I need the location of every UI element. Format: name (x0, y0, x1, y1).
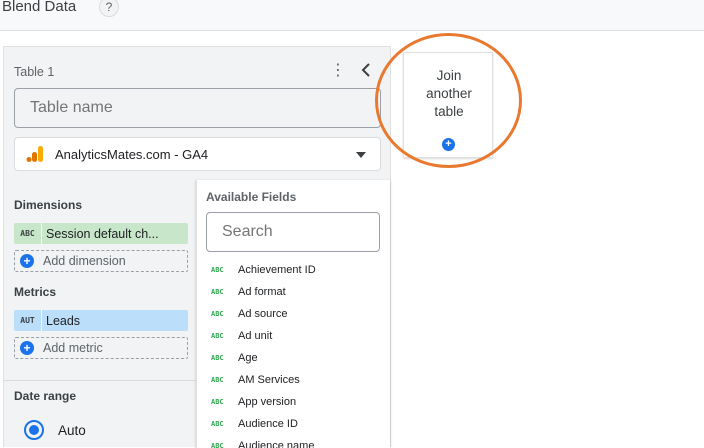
field-type-badge: ABC (211, 420, 224, 428)
dropdown-icon (356, 152, 366, 158)
page-title: Blend Data (2, 0, 77, 15)
divider (4, 380, 196, 381)
add-metric-button[interactable]: + Add metric (14, 337, 188, 359)
field-type-badge: ABC (211, 332, 224, 340)
field-label: App version (238, 396, 297, 408)
available-fields-title: Available Fields (206, 190, 297, 204)
dimensions-metrics-column: Dimensions ABC Session default ch... + A… (4, 180, 196, 448)
field-item[interactable]: ABC Ad source (197, 303, 390, 325)
field-label: Ad format (238, 286, 286, 298)
data-source-select[interactable]: AnalyticsMates.com - GA4 (14, 137, 381, 171)
highlight-circle (375, 33, 522, 168)
dimension-chip[interactable]: ABC Session default ch... (14, 223, 188, 244)
metrics-title: Metrics (14, 285, 57, 299)
table-panel: Table 1 ⋮ AnalyticsMates.com - GA4 Dimen… (3, 46, 391, 448)
field-type-badge: ABC (211, 376, 224, 384)
field-item[interactable]: ABC AM Services (197, 369, 390, 391)
field-type-badge: ABC (211, 310, 224, 318)
auto-radio-label: Auto (58, 423, 86, 438)
field-item[interactable]: ABC Ad unit (197, 325, 390, 347)
field-item[interactable]: ABC Audience name (197, 435, 390, 448)
type-badge: ABC (20, 229, 35, 238)
metric-chip[interactable]: AUT Leads (14, 310, 188, 331)
field-label: Achievement ID (238, 264, 316, 276)
field-item[interactable]: ABC App version (197, 391, 390, 413)
table-name-input[interactable] (14, 88, 381, 128)
field-type-badge: ABC (211, 266, 224, 274)
field-type-badge: ABC (211, 398, 224, 406)
field-item[interactable]: ABC Ad format (197, 281, 390, 303)
field-item[interactable]: ABC Age (197, 347, 390, 369)
table-label: Table 1 (14, 65, 55, 79)
add-dimension-label: Add dimension (43, 254, 126, 268)
field-type-badge: ABC (211, 442, 224, 448)
field-search-input[interactable] (206, 212, 380, 252)
plus-icon: + (20, 341, 34, 355)
field-list: ABC Achievement ID ABC Ad format ABC Ad sourc… (197, 259, 390, 448)
auto-radio[interactable] (24, 420, 44, 440)
add-dimension-button[interactable]: + Add dimension (14, 250, 188, 272)
dimensions-title: Dimensions (14, 198, 83, 212)
help-icon[interactable]: ? (99, 0, 119, 17)
field-item[interactable]: ABC Audience ID (197, 413, 390, 435)
header-bar: Blend Data ? (0, 0, 704, 31)
field-label: Ad unit (238, 330, 273, 342)
field-type-badge: ABC (211, 288, 224, 296)
add-metric-label: Add metric (43, 341, 103, 355)
dimension-label: Session default ch... (46, 226, 159, 241)
metric-label: Leads (46, 313, 81, 328)
collapse-icon[interactable] (356, 59, 376, 81)
kebab-icon[interactable]: ⋮ (330, 61, 346, 81)
field-label: Ad source (238, 308, 288, 320)
data-source-label: AnalyticsMates.com - GA4 (55, 147, 209, 162)
plus-icon: + (20, 254, 34, 268)
field-label: Age (238, 352, 258, 364)
field-label: Audience ID (238, 418, 298, 430)
google-analytics-icon (26, 145, 44, 163)
date-range-title: Date range (14, 389, 77, 403)
type-badge: AUT (20, 316, 35, 325)
field-label: AM Services (238, 374, 300, 386)
available-fields-panel: Available Fields ABC Achievement ID ABC Ad … (196, 180, 390, 448)
field-type-badge: ABC (211, 354, 224, 362)
field-item[interactable]: ABC Achievement ID (197, 259, 390, 281)
